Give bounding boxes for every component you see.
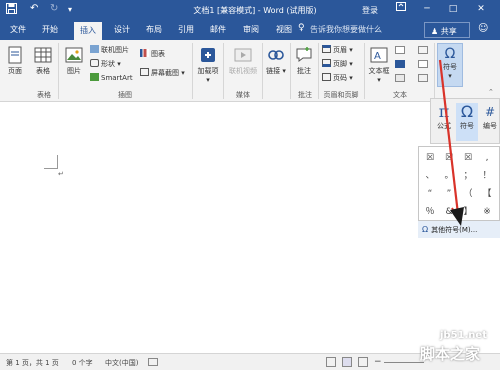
smartart-button[interactable]: SmartArt (90, 73, 133, 82)
comment-button[interactable]: 批注 (293, 46, 315, 76)
shapes-icon (90, 59, 99, 67)
window-title: 文档1 [兼容模式] - Word (试用版) (193, 6, 317, 15)
lightbulb-icon: ♀ (298, 23, 305, 33)
tab-review[interactable]: 审阅 (243, 24, 259, 35)
tab-mailings[interactable]: 邮件 (210, 24, 226, 35)
watermark-site: jb51.net (440, 330, 487, 341)
table-icon (34, 47, 52, 63)
web-layout-icon[interactable] (358, 357, 368, 367)
tab-file[interactable]: 文件 (10, 24, 26, 35)
link-icon (268, 50, 284, 60)
pages-button[interactable]: 页面 (4, 46, 26, 76)
tab-insert[interactable]: 插入 (74, 22, 102, 40)
online-picture-button[interactable]: 联机图片 (90, 45, 129, 55)
footer-icon (322, 59, 331, 67)
tab-home[interactable]: 开始 (42, 24, 58, 35)
customize-icon[interactable]: ▾ (68, 5, 72, 14)
textbox-button[interactable]: A 文本框 ▾ (366, 46, 392, 84)
online-video-label: 联机视频 (229, 67, 257, 75)
table-label: 表格 (36, 67, 50, 75)
page-number-button[interactable]: 页码 ▾ (322, 73, 353, 83)
screenshot-button[interactable]: 屏幕截图 ▾ (140, 68, 185, 78)
tab-layout[interactable]: 布局 (146, 24, 162, 35)
addins-button[interactable]: 加载项 ▾ (196, 46, 220, 84)
comment-label: 批注 (297, 67, 311, 75)
pages-label: 页面 (8, 67, 22, 75)
smartart-label: SmartArt (101, 74, 133, 82)
addins-icon (201, 48, 215, 62)
picture-label: 图片 (67, 67, 81, 75)
chart-label: 图表 (151, 50, 165, 58)
tab-design[interactable]: 设计 (114, 24, 130, 35)
chart-button[interactable]: 图表 (140, 49, 165, 59)
redo-icon[interactable]: ↻ (50, 3, 58, 14)
page-number-icon (322, 73, 331, 81)
link-label: 链接 (266, 67, 281, 75)
language-indicator[interactable]: 中文(中国) (105, 358, 138, 368)
group-label-header-footer: 页眉和页脚 (323, 91, 359, 99)
textbox-icon: A (370, 47, 388, 63)
online-picture-icon (90, 45, 99, 53)
page-count[interactable]: 第 1 页，共 1 页 (6, 358, 59, 368)
zoom-slider[interactable] (384, 362, 424, 363)
shapes-label: 形状 (101, 60, 115, 68)
svg-text:A: A (374, 51, 381, 62)
tell-me-input[interactable]: 告诉我你想要做什么 (310, 24, 382, 35)
page-number-label: 页码 (333, 74, 347, 82)
paragraph-mark: ↵ (58, 170, 64, 178)
macro-record-icon[interactable] (148, 358, 158, 366)
save-icon[interactable] (6, 3, 17, 17)
print-layout-icon[interactable] (342, 357, 352, 367)
group-label-illustrations: 插图 (118, 91, 132, 99)
undo-icon[interactable]: ↶ (30, 3, 38, 14)
word-count[interactable]: 0 个字 (72, 358, 93, 368)
annotation-arrow (438, 59, 464, 226)
header-label: 页眉 (333, 46, 347, 54)
comment-icon (296, 47, 312, 62)
pages-icon (8, 46, 22, 64)
screenshot-icon (140, 68, 149, 76)
tab-references[interactable]: 引用 (178, 24, 194, 35)
header-button[interactable]: 页眉 ▾ (322, 45, 353, 55)
page-corner-mark (44, 155, 58, 169)
table-button[interactable]: 表格 (32, 46, 54, 76)
watermark-name: 脚本之家 (420, 345, 481, 363)
online-picture-label: 联机图片 (101, 46, 129, 54)
group-label-comments: 批注 (298, 91, 312, 99)
footer-label: 页脚 (333, 60, 347, 68)
zoom-out-icon[interactable]: − (374, 357, 382, 367)
smartart-icon (90, 73, 99, 81)
read-mode-icon[interactable] (326, 357, 336, 367)
group-label-media: 媒体 (236, 91, 250, 99)
screenshot-label: 屏幕截图 (151, 69, 179, 77)
shapes-button[interactable]: 形状 ▾ (90, 59, 121, 69)
picture-button[interactable]: 图片 (62, 46, 86, 76)
header-icon (322, 45, 331, 53)
picture-icon (65, 47, 83, 63)
online-video-icon (234, 48, 252, 62)
link-button[interactable]: 链接 ▾ (265, 46, 287, 76)
footer-button[interactable]: 页脚 ▾ (322, 59, 353, 69)
textbox-label: 文本框 (368, 67, 390, 75)
group-label-table: 表格 (37, 91, 51, 99)
tab-view[interactable]: 视图 (276, 24, 292, 35)
online-video-button[interactable]: 联机视频 (226, 46, 260, 76)
chart-icon (140, 49, 149, 57)
addins-label: 加载项 (197, 67, 219, 75)
login-link[interactable]: 登录 (362, 5, 378, 16)
